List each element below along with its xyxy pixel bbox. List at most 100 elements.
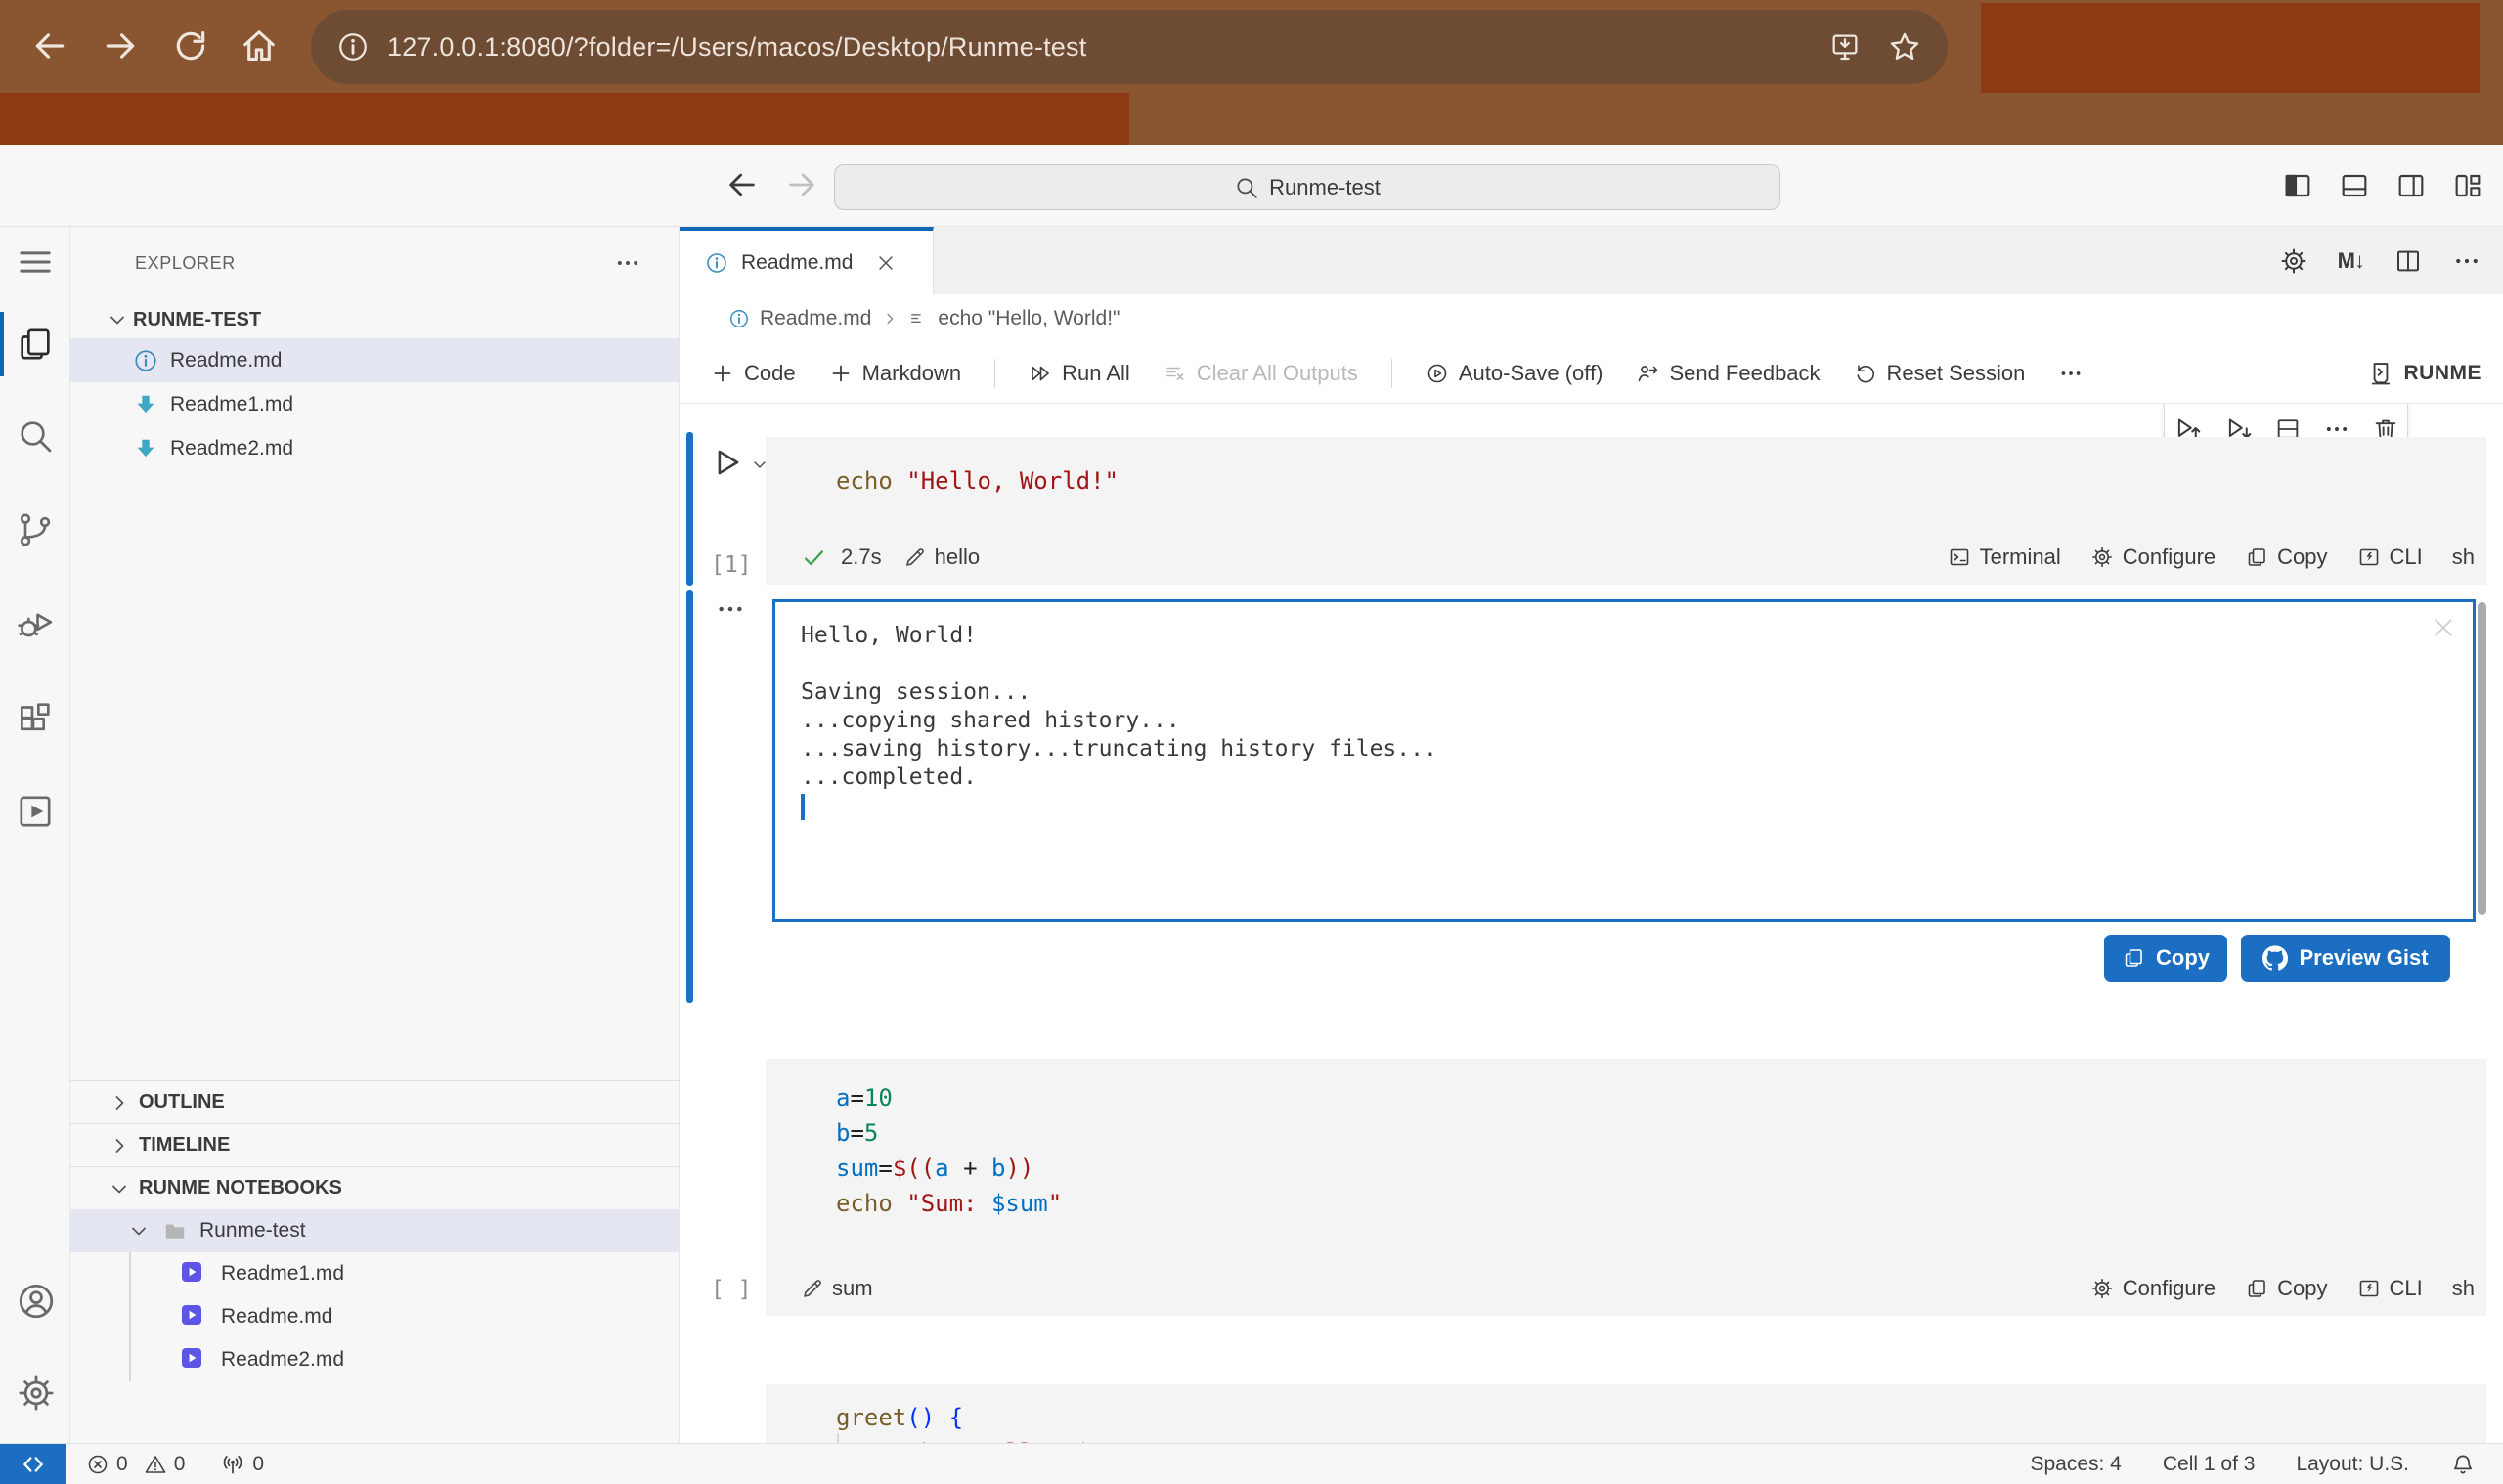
tab-readme[interactable]: Readme.md <box>680 227 934 294</box>
explorer-icon[interactable] <box>16 325 55 364</box>
notebook-row-readme[interactable]: Readme.md <box>70 1295 679 1338</box>
forwarded-ports[interactable]: 0 <box>220 1452 264 1477</box>
split-editor-icon[interactable] <box>2393 246 2423 276</box>
history-back-icon[interactable] <box>725 168 759 201</box>
file-row-readme1[interactable]: Readme1.md <box>70 382 679 426</box>
problems-warnings[interactable]: 0 <box>144 1453 186 1476</box>
workspace-root-label: RUNME-TEST <box>133 309 261 331</box>
code-line[interactable]: sum=$((a + b)) <box>766 1151 2486 1186</box>
command-center-label: Runme-test <box>1269 175 1381 200</box>
code-line[interactable]: greet() { <box>766 1384 2486 1435</box>
notifications-bell-icon[interactable] <box>2450 1452 2476 1477</box>
editor-more-icon[interactable] <box>2452 246 2481 276</box>
workspace-root-row[interactable]: RUNME-TEST <box>70 301 679 338</box>
notebook-row-readme2[interactable]: Readme2.md <box>70 1338 679 1381</box>
notebook-row-readme1[interactable]: Readme1.md <box>70 1252 679 1295</box>
pencil-icon[interactable] <box>903 546 927 569</box>
copy-action[interactable]: Copy <box>2245 545 2327 570</box>
toolbar-more-icon[interactable] <box>2058 361 2084 386</box>
url-text[interactable]: 127.0.0.1:8080/?folder=/Users/macos/Desk… <box>387 32 1086 63</box>
tab-close-icon[interactable] <box>875 252 897 274</box>
copy-button[interactable]: Copy <box>2104 935 2227 982</box>
clear-all-outputs-button[interactable]: Clear All Outputs <box>1164 361 1358 386</box>
terminal-output[interactable]: Hello, World!Saving session......copying… <box>772 599 2476 922</box>
menu-icon[interactable] <box>16 242 55 282</box>
cli-icon <box>2357 546 2381 569</box>
terminal-action[interactable]: Terminal <box>1948 545 2061 570</box>
info-icon <box>133 348 158 373</box>
cell-position-status[interactable]: Cell 1 of 3 <box>2163 1453 2256 1476</box>
notebook-settings-gear-icon[interactable] <box>2279 246 2308 276</box>
plus-icon <box>829 362 853 385</box>
tab-label: Readme.md <box>741 251 853 275</box>
breadcrumb-cell[interactable]: echo "Hello, World!" <box>938 307 1120 330</box>
run-cell-button[interactable] <box>708 444 745 481</box>
browser-home-icon[interactable] <box>241 27 278 65</box>
cell-name[interactable]: hello <box>935 545 980 570</box>
browser-address-bar[interactable]: 127.0.0.1:8080/?folder=/Users/macos/Desk… <box>311 10 1948 84</box>
section-runme-notebooks[interactable]: RUNME NOTEBOOKS <box>70 1166 679 1209</box>
indentation-status[interactable]: Spaces: 4 <box>2030 1453 2121 1476</box>
browser-forward-icon[interactable] <box>102 27 139 65</box>
pencil-icon[interactable] <box>801 1277 824 1300</box>
source-control-icon[interactable] <box>16 510 55 549</box>
run-all-button[interactable]: Run All <box>1029 361 1130 386</box>
toggle-secondary-sidebar-icon[interactable] <box>2395 170 2427 201</box>
output-scrollbar[interactable] <box>2478 602 2486 915</box>
runme-brand[interactable]: RUNME <box>2367 360 2482 387</box>
reset-session-button[interactable]: Reset Session <box>1854 361 2026 386</box>
file-label: Readme2.md <box>170 437 293 460</box>
auto-save-button[interactable]: Auto-Save (off) <box>1426 361 1603 386</box>
code-line[interactable]: echo "Sum: $sum" <box>766 1186 2486 1221</box>
account-icon[interactable] <box>16 1281 55 1320</box>
section-outline[interactable]: OUTLINE <box>70 1080 679 1123</box>
notebook-folder-row[interactable]: Runme-test <box>70 1209 679 1252</box>
toggle-primary-sidebar-icon[interactable] <box>2282 170 2313 201</box>
code-cell-3[interactable]: greet() { echo "Hello, $1!" <box>766 1384 2486 1444</box>
clear-outputs-icon <box>1164 362 1187 385</box>
send-feedback-button[interactable]: Send Feedback <box>1636 361 1820 386</box>
code-cell-1[interactable]: echo "Hello, World!" 2.7s hello Terminal <box>766 437 2486 585</box>
configure-action[interactable]: Configure <box>2090 545 2216 570</box>
settings-gear-icon[interactable] <box>16 1373 55 1412</box>
install-app-icon[interactable] <box>1828 30 1862 64</box>
runme-markdown-icon <box>133 436 158 461</box>
section-timeline[interactable]: TIMELINE <box>70 1123 679 1166</box>
toggle-panel-icon[interactable] <box>2339 170 2370 201</box>
file-row-readme[interactable]: Readme.md <box>70 338 679 382</box>
remote-indicator[interactable] <box>0 1444 66 1484</box>
add-code-cell-button[interactable]: Code <box>711 361 796 386</box>
problems-errors[interactable]: 0 <box>86 1453 128 1476</box>
extensions-icon[interactable] <box>16 700 55 739</box>
configure-action[interactable]: Configure <box>2090 1276 2216 1301</box>
browser-reload-icon[interactable] <box>172 27 209 65</box>
code-cell-2[interactable]: a=10 b=5 sum=$((a + b)) echo "Sum: $sum"… <box>766 1059 2486 1316</box>
command-center-search[interactable]: Runme-test <box>834 164 1780 210</box>
keyboard-layout-status[interactable]: Layout: U.S. <box>2296 1453 2409 1476</box>
code-line[interactable]: b=5 <box>766 1115 2486 1151</box>
output-more-icon[interactable] <box>715 593 746 625</box>
preview-gist-button[interactable]: Preview Gist <box>2241 935 2450 982</box>
cli-action[interactable]: CLI <box>2357 1276 2423 1301</box>
code-line[interactable]: a=10 <box>766 1059 2486 1115</box>
cli-action[interactable]: CLI <box>2357 545 2423 570</box>
run-debug-icon[interactable] <box>16 604 55 643</box>
runme-view-icon[interactable] <box>16 792 55 831</box>
cell-duration: 2.7s <box>841 545 882 570</box>
site-info-icon[interactable] <box>336 30 370 64</box>
bookmark-star-icon[interactable] <box>1887 29 1922 65</box>
add-markdown-cell-button[interactable]: Markdown <box>829 361 961 386</box>
markdown-preview-icon[interactable]: M↓ <box>2338 248 2364 274</box>
copy-action[interactable]: Copy <box>2245 1276 2327 1301</box>
search-view-icon[interactable] <box>16 416 55 456</box>
cell-name[interactable]: sum <box>832 1276 873 1301</box>
output-close-icon[interactable] <box>2430 614 2457 641</box>
breadcrumb-file[interactable]: Readme.md <box>760 307 871 330</box>
code-line[interactable]: echo "Hello, World!" <box>766 437 2486 499</box>
file-row-readme2[interactable]: Readme2.md <box>70 426 679 470</box>
history-forward-icon[interactable] <box>785 168 818 201</box>
explorer-more-icon[interactable] <box>614 249 641 277</box>
browser-back-icon[interactable] <box>31 27 68 65</box>
customize-layout-icon[interactable] <box>2452 170 2483 201</box>
chevron-down-icon <box>127 1219 151 1243</box>
